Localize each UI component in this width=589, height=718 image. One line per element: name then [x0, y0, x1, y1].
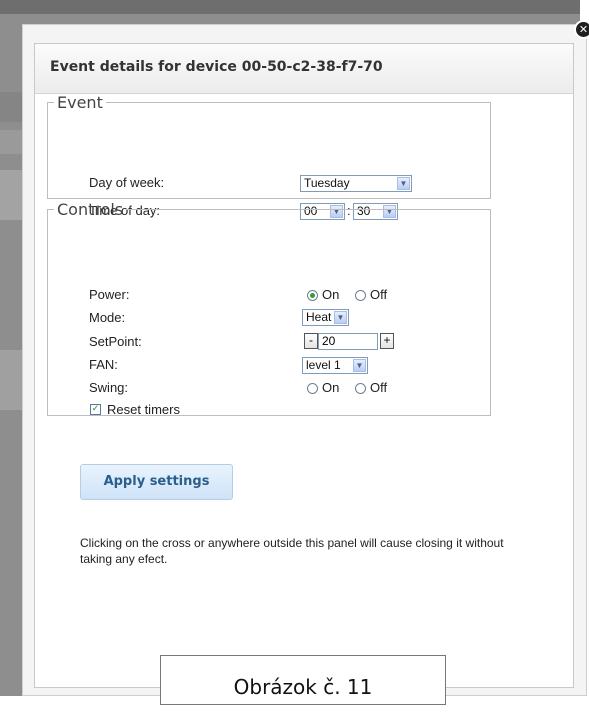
fan-value: level 1	[306, 358, 341, 372]
controls-legend: Controls	[57, 200, 124, 219]
swing-label: Swing:	[89, 380, 129, 395]
mode-select[interactable]: Heat ▼	[302, 309, 349, 326]
swing-off-label: Off	[370, 380, 388, 395]
chevron-down-icon: ▼	[353, 359, 366, 372]
mode-value: Heat	[306, 310, 332, 324]
power-on-label: On	[322, 287, 340, 302]
power-off-label: Off	[370, 287, 388, 302]
figure-caption: Obrázok č. 11	[160, 655, 446, 705]
swing-off-radio[interactable]	[355, 383, 366, 394]
setpoint-label: SetPoint:	[89, 334, 142, 349]
close-icon[interactable]: ✕	[574, 20, 589, 39]
power-on-radio[interactable]	[307, 290, 318, 301]
setpoint-value: 20	[322, 334, 336, 348]
day-of-week-select[interactable]: Tuesday ▼	[300, 175, 412, 192]
day-of-week-value: Tuesday	[304, 176, 350, 190]
dialog-header: Event details for device 00-50-c2-38-f7-…	[35, 44, 573, 94]
mode-label: Mode:	[89, 310, 126, 325]
power-off-radio[interactable]	[355, 290, 366, 301]
dialog-title: Event details for device 00-50-c2-38-f7-…	[50, 59, 383, 75]
setpoint-input[interactable]: 20	[318, 333, 378, 350]
increase-setpoint-button[interactable]: +	[380, 333, 394, 349]
chevron-down-icon: ▼	[397, 177, 410, 190]
day-of-week-label: Day of week:	[89, 175, 165, 190]
decrease-setpoint-button[interactable]: -	[304, 333, 318, 349]
reset-timers-checkbox[interactable]: ✓	[90, 404, 101, 415]
fan-label: FAN:	[89, 357, 118, 372]
backdrop-topbar	[0, 0, 580, 14]
reset-timers-label: Reset timers	[107, 402, 180, 417]
chevron-down-icon: ▼	[334, 311, 347, 324]
swing-on-label: On	[322, 380, 340, 395]
event-legend: Event	[57, 93, 103, 112]
fan-select[interactable]: level 1 ▼	[302, 357, 368, 374]
swing-on-radio[interactable]	[307, 383, 318, 394]
power-label: Power:	[89, 287, 130, 302]
close-hint-text: Clicking on the cross or anywhere outsid…	[80, 536, 504, 566]
apply-settings-button[interactable]: Apply settings	[80, 464, 233, 500]
